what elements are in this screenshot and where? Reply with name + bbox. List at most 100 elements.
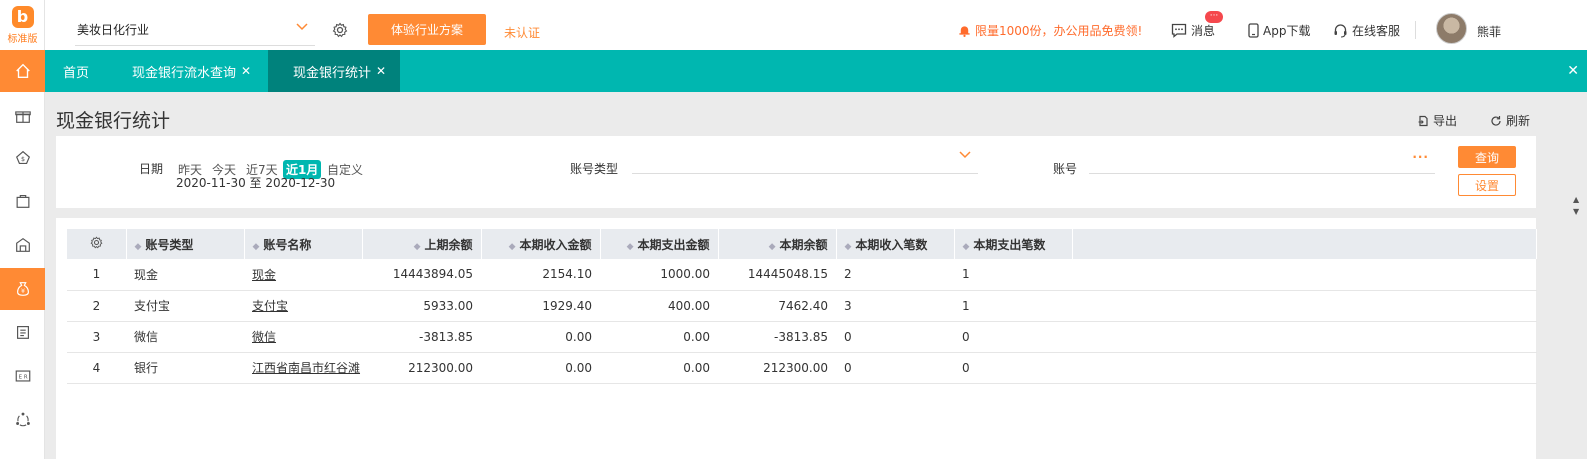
chevron-down-icon — [296, 23, 308, 31]
header-expense[interactable]: ◆ 本期支出金额 — [600, 229, 719, 259]
date-label: 日期 — [139, 162, 164, 176]
account-type-select[interactable] — [632, 146, 978, 174]
header-balance[interactable]: ◆ 本期余额 — [718, 229, 837, 259]
online-service-button[interactable]: 在线客服 — [1333, 22, 1400, 39]
cell-balance: -3813.85 — [718, 321, 836, 353]
export-button[interactable]: 导出 — [1417, 112, 1457, 129]
tab-label: 现金银行统计 — [293, 65, 372, 81]
rail-network[interactable] — [0, 398, 45, 440]
refresh-label: 刷新 — [1506, 114, 1531, 128]
message-icon — [1171, 23, 1187, 38]
cell-filler — [1072, 321, 1537, 353]
table-panel: ◆ 账号类型 ◆ 账号名称 ◆ 上期余额 ◆ 本期收入金额 ◆ 本期支出金额 ◆ 本期余额 … — [56, 218, 1537, 459]
header-expense-count[interactable]: ◆ 本期支出笔数 — [954, 229, 1073, 259]
cell-account-name[interactable]: 现金 — [244, 259, 362, 291]
cell-expense-count: 1 — [954, 259, 1072, 291]
cell-account-name[interactable]: 支付宝 — [244, 290, 362, 322]
column-settings[interactable] — [67, 229, 127, 259]
cell-filler — [1072, 290, 1537, 322]
tab-cash-bank-flow[interactable]: 现金银行流水查询 ✕ — [132, 50, 251, 92]
account-name-link[interactable]: 微信 — [252, 330, 276, 344]
rail-home[interactable] — [0, 50, 45, 92]
gift-icon — [14, 111, 31, 123]
table-row[interactable]: 3 微信 微信 -3813.85 0.00 0.00 -3813.85 0 0 — [67, 321, 1537, 353]
row-index: 4 — [67, 352, 126, 384]
select-underline — [632, 173, 978, 174]
tabs-bar: 首页 现金银行流水查询 ✕ 现金银行统计 ✕ ✕ — [45, 50, 1587, 92]
close-all-tabs-icon[interactable]: ✕ — [1567, 63, 1579, 79]
query-button[interactable]: 查询 — [1458, 146, 1516, 168]
more-icon[interactable]: ··· — [1412, 150, 1429, 164]
rail-finance[interactable]: $ — [0, 137, 45, 179]
cell-prev-balance: 14443894.05 — [362, 259, 481, 291]
unverified-link[interactable]: 未认证 — [504, 24, 540, 41]
messages-label: 消息 — [1191, 24, 1216, 38]
rail-cash[interactable]: ¥ — [0, 268, 45, 310]
header-account-type[interactable]: ◆ 账号类型 — [126, 229, 245, 259]
cell-income-count: 2 — [836, 259, 954, 291]
rail-warehouse[interactable] — [0, 224, 45, 266]
header-account-name[interactable]: ◆ 账号名称 — [244, 229, 363, 259]
account-name-link[interactable]: 支付宝 — [252, 299, 288, 313]
refresh-button[interactable]: 刷新 — [1490, 112, 1530, 129]
account-picker[interactable]: ··· — [1089, 146, 1435, 174]
scroll-down-icon[interactable]: ▼ — [1573, 206, 1583, 218]
scroll-up-icon[interactable]: ▲ — [1573, 194, 1583, 206]
gear-icon[interactable] — [332, 22, 348, 38]
tab-home[interactable]: 首页 — [63, 50, 89, 92]
topbar-divider — [1415, 21, 1416, 39]
setting-button[interactable]: 设置 — [1458, 174, 1516, 196]
gear-icon — [90, 236, 103, 249]
messages-button[interactable]: 消息 — [1171, 22, 1215, 39]
close-icon[interactable]: ✕ — [241, 64, 251, 78]
cell-expense: 400.00 — [600, 290, 718, 322]
money-bag-icon: ¥ — [16, 282, 29, 296]
page-scrollbar[interactable]: ▲ ▼ — [1573, 194, 1583, 218]
online-service-label: 在线客服 — [1352, 24, 1401, 38]
sort-icon: ◆ — [252, 241, 260, 252]
row-index: 1 — [67, 259, 126, 291]
header-income[interactable]: ◆ 本期收入金额 — [481, 229, 601, 259]
account-name-link[interactable]: 江西省南昌市红谷滩 — [252, 361, 360, 375]
avatar[interactable] — [1436, 13, 1467, 44]
sort-icon: ◆ — [134, 241, 142, 252]
header-income-count[interactable]: ◆ 本期收入笔数 — [836, 229, 955, 259]
cell-account-type: 银行 — [126, 352, 244, 384]
cell-expense: 0.00 — [600, 352, 718, 384]
account-type-label: 账号类型 — [570, 162, 619, 176]
cell-account-name[interactable]: 江西省南昌市红谷滩 — [244, 352, 362, 384]
rail-shop[interactable] — [0, 180, 45, 222]
table-row[interactable]: 2 支付宝 支付宝 5933.00 1929.40 400.00 7462.40… — [67, 290, 1537, 322]
header-prev-balance[interactable]: ◆ 上期余额 — [362, 229, 482, 259]
tab-cash-bank-stats[interactable]: 现金银行统计 ✕ — [268, 50, 400, 92]
sort-icon: ◆ — [626, 241, 634, 252]
trial-solution-button[interactable]: 体验行业方案 — [368, 14, 486, 45]
cell-expense: 1000.00 — [600, 259, 718, 291]
table-row[interactable]: 1 现金 现金 14443894.05 2154.10 1000.00 1444… — [67, 259, 1537, 291]
close-icon[interactable]: ✕ — [376, 64, 386, 78]
account-name-link[interactable]: 现金 — [252, 268, 276, 282]
app-logo[interactable]: b 标准版 — [0, 0, 45, 50]
cell-income-count: 3 — [836, 290, 954, 322]
username[interactable]: 熊菲 — [1477, 23, 1501, 40]
sort-icon: ◆ — [844, 241, 852, 252]
industry-select[interactable]: 美妆日化行业 — [75, 14, 315, 46]
rail-gift[interactable] — [0, 95, 45, 137]
phone-icon — [1248, 23, 1259, 38]
clipboard-icon — [16, 326, 29, 339]
cell-income: 1929.40 — [481, 290, 600, 322]
cell-balance: 14445048.15 — [718, 259, 836, 291]
row-index: 2 — [67, 290, 126, 322]
rail-report[interactable] — [0, 311, 45, 353]
table-row[interactable]: 4 银行 江西省南昌市红谷滩 212300.00 0.00 0.00 21230… — [67, 352, 1537, 384]
header-label: 本期支出金额 — [637, 237, 710, 252]
promo-link[interactable]: 限量1000份，办公用品免费领! — [958, 22, 1142, 39]
app-download-label: App下载 — [1263, 24, 1311, 38]
header-label: 本期余额 — [779, 237, 828, 252]
app-download-button[interactable]: App下载 — [1248, 22, 1310, 39]
header-label: 上期余额 — [424, 237, 473, 252]
rail-staff[interactable]: ER — [0, 355, 45, 397]
account-label: 账号 — [1053, 162, 1078, 176]
cell-income-count: 0 — [836, 352, 954, 384]
cell-account-name[interactable]: 微信 — [244, 321, 362, 353]
